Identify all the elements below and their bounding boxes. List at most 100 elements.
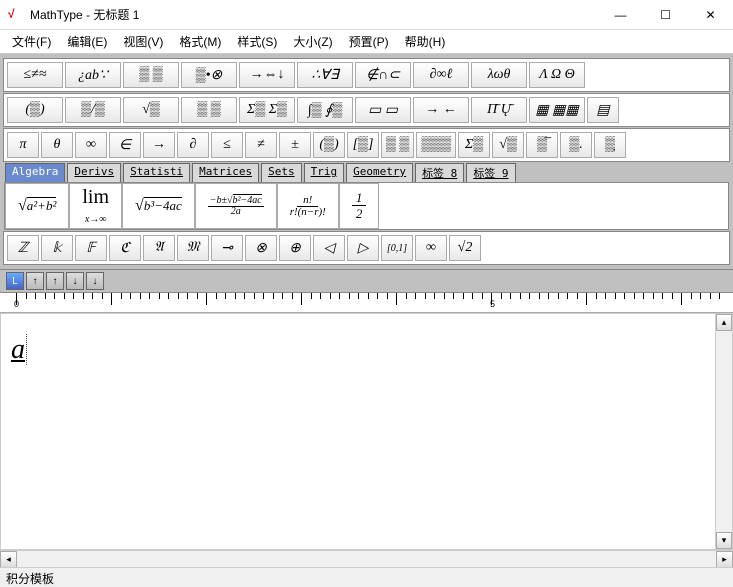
rightarrow-button[interactable]: → (143, 132, 175, 158)
minimize-button[interactable]: — (598, 0, 643, 30)
tab-algebra[interactable]: Algebra (5, 163, 65, 182)
frakA-button[interactable]: 𝔄 (143, 235, 175, 261)
tab-statisti[interactable]: Statisti (123, 163, 190, 182)
paren-button[interactable]: (▒) (313, 132, 345, 158)
triangleright-button[interactable]: ▷ (347, 235, 379, 261)
expr-sqrt-b3[interactable]: √b³−4ac (122, 183, 195, 229)
expr-half[interactable]: 12 (339, 183, 380, 229)
integral-template[interactable]: ∫▒ ∮▒ (297, 97, 353, 123)
operators-palette[interactable]: ▒•⊗ (181, 62, 237, 88)
sqrt2-button[interactable]: √2 (449, 235, 481, 261)
sqrt-button[interactable]: √▒ (492, 132, 524, 158)
arrow-template[interactable]: → ← (413, 97, 469, 123)
window-title: MathType - 无标题 1 (30, 6, 598, 23)
tab-trig[interactable]: Trig (304, 163, 345, 182)
set-palette[interactable]: ∉∩⊂ (355, 62, 411, 88)
expr-binomial[interactable]: n!r!(n−r)! (277, 183, 339, 229)
box-template[interactable]: ▤ (587, 97, 619, 123)
arrows-palette[interactable]: →⇔↓ (239, 62, 295, 88)
infinity2-button[interactable]: ∞ (415, 235, 447, 261)
elementof-button[interactable]: ∈ (109, 132, 141, 158)
menu-format[interactable]: 格式(M) (171, 30, 229, 53)
tab-derivs[interactable]: Derivs (67, 163, 121, 182)
spaces-palette[interactable]: ¿ab∵ (65, 62, 121, 88)
menu-bar: 文件(F) 编辑(E) 视图(V) 格式(M) 样式(S) 大小(Z) 预置(P… (0, 30, 733, 54)
frakC-button[interactable]: ℭ (109, 235, 141, 261)
toolbar-area: ≤≠≈ ¿ab∵ ▒ ▒ ▒•⊗ →⇔↓ ∴∀∃ ∉∩⊂ ∂∞ℓ λωθ Λ Ω… (0, 54, 733, 270)
plusminus-button[interactable]: ± (279, 132, 311, 158)
sum-button[interactable]: Σ▒ (458, 132, 490, 158)
relations-palette[interactable]: ≤≠≈ (7, 62, 63, 88)
infinity-button[interactable]: ∞ (75, 132, 107, 158)
menu-size[interactable]: 大小(Z) (285, 30, 340, 53)
expr-limit[interactable]: limx→∞ (69, 183, 122, 229)
pi-button[interactable]: π (7, 132, 39, 158)
notequal-button[interactable]: ≠ (245, 132, 277, 158)
status-bar: 积分模板 (0, 567, 733, 587)
fence-template[interactable]: (▒) (7, 97, 63, 123)
menu-style[interactable]: 样式(S) (229, 30, 285, 53)
tabstop-3[interactable]: ↑ (46, 272, 64, 290)
lessequal-button[interactable]: ≤ (211, 132, 243, 158)
app-icon: √ (8, 7, 24, 23)
matrix-template[interactable]: ▦ ▦▦ (529, 97, 585, 123)
partial-button[interactable]: ∂ (177, 132, 209, 158)
menu-preset[interactable]: 预置(P) (341, 30, 397, 53)
menu-view[interactable]: 视图(V) (115, 30, 171, 53)
logic-palette[interactable]: ∴∀∃ (297, 62, 353, 88)
sum-template[interactable]: Σ▒ Σ▒ (239, 97, 295, 123)
expr-sqrt-a2b2[interactable]: √a²+b² (5, 183, 69, 229)
bbk-button[interactable]: 𝕜 (41, 235, 73, 261)
lollipop-button[interactable]: ⊸ (211, 235, 243, 261)
tabstop-2[interactable]: ↑ (26, 272, 44, 290)
scroll-left-button[interactable]: ◂ (0, 551, 17, 568)
fraction-template[interactable]: ▒/▒ (65, 97, 121, 123)
editor-content: a (11, 334, 27, 365)
equation-editor[interactable]: a (1, 314, 715, 549)
subscript-template[interactable]: ▒ ▒ (181, 97, 237, 123)
bar-template[interactable]: ▭ ▭ (355, 97, 411, 123)
close-button[interactable]: ✕ (688, 0, 733, 30)
horizontal-scrollbar[interactable]: ◂ ▸ (0, 550, 733, 567)
tab-sets[interactable]: Sets (261, 163, 302, 182)
menu-edit[interactable]: 编辑(E) (59, 30, 115, 53)
menu-file[interactable]: 文件(F) (4, 30, 59, 53)
frakM-button[interactable]: 𝔐 (177, 235, 209, 261)
maximize-button[interactable]: ☐ (643, 0, 688, 30)
radical-template[interactable]: √▒ (123, 97, 179, 123)
matrix-button[interactable]: ▒▒▒ (416, 132, 456, 158)
scroll-up-button[interactable]: ▴ (716, 314, 732, 331)
scroll-down-button[interactable]: ▾ (716, 532, 732, 549)
oplus-button[interactable]: ⊕ (279, 235, 311, 261)
greek-lower-palette[interactable]: λωθ (471, 62, 527, 88)
ruler[interactable]: 0 5 (0, 293, 733, 313)
menu-help[interactable]: 帮助(H) (397, 30, 454, 53)
hscroll-track[interactable] (17, 551, 716, 567)
vertical-scrollbar[interactable]: ▴ ▾ (715, 314, 732, 549)
interval-button[interactable]: [0,1] (381, 235, 413, 261)
bracket-button[interactable]: [▒] (347, 132, 379, 158)
triangleleft-button[interactable]: ◁ (313, 235, 345, 261)
scroll-track[interactable] (716, 331, 732, 532)
bbZ-button[interactable]: ℤ (7, 235, 39, 261)
overbar-button[interactable]: ▒̅ (526, 132, 558, 158)
frakF-button[interactable]: 𝔽 (75, 235, 107, 261)
misc-palette[interactable]: ∂∞ℓ (413, 62, 469, 88)
script-button[interactable]: ▒ ▒ (381, 132, 414, 158)
tabstop-4[interactable]: ↓ (66, 272, 84, 290)
expr-quadratic[interactable]: −b±√b²−4ac2a (195, 183, 277, 229)
dot-button[interactable]: ▒. (560, 132, 592, 158)
tabstop-left[interactable]: L (6, 272, 24, 290)
tab-8[interactable]: 标签 8 (415, 163, 464, 182)
product-template[interactable]: Π̄ Ų̄ (471, 97, 527, 123)
tab-matrices[interactable]: Matrices (192, 163, 259, 182)
tab-geometry[interactable]: Geometry (346, 163, 413, 182)
greek-upper-palette[interactable]: Λ Ω Θ (529, 62, 585, 88)
tab-9[interactable]: 标签 9 (466, 163, 515, 182)
embellish-palette[interactable]: ▒ ▒ (123, 62, 179, 88)
scroll-right-button[interactable]: ▸ (716, 551, 733, 568)
otimes-button[interactable]: ⊗ (245, 235, 277, 261)
tabstop-5[interactable]: ↓ (86, 272, 104, 290)
theta-button[interactable]: θ (41, 132, 73, 158)
underdot-button[interactable]: ▒̣ (594, 132, 626, 158)
